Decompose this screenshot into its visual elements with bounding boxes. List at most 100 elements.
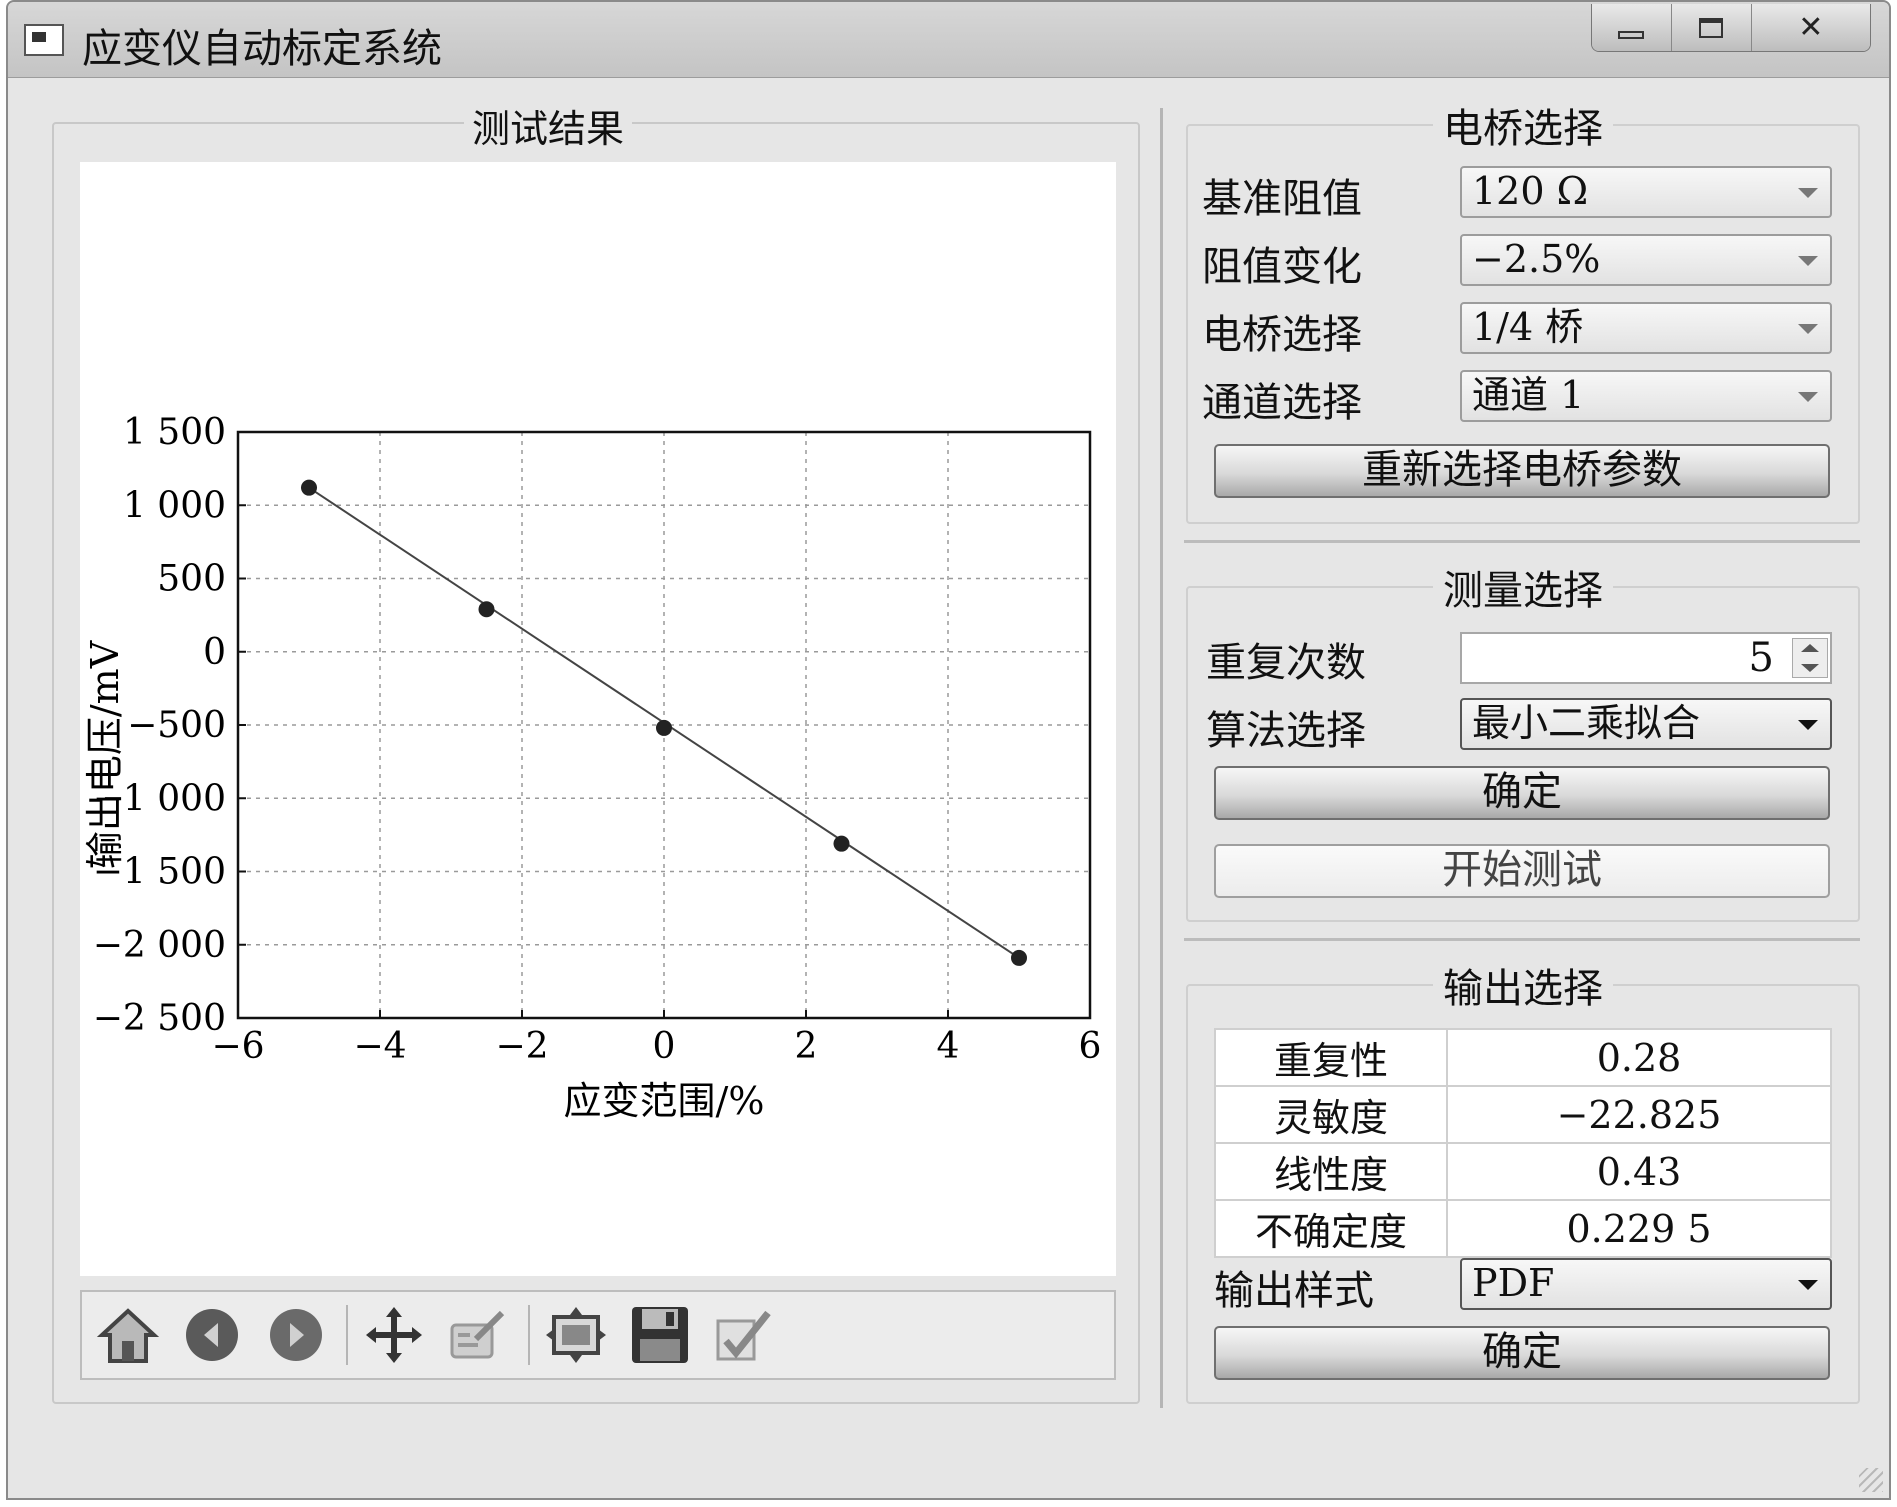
x-tick-label: 6: [1079, 1026, 1102, 1067]
results-table: 重复性 0.28 灵敏度 −22.825 线性度 0.43 不确定度 0.229…: [1214, 1028, 1832, 1258]
pan-icon: [366, 1307, 422, 1363]
x-tick-label: −2: [495, 1026, 548, 1067]
bridge-type-combo[interactable]: 1/4 桥: [1460, 302, 1832, 354]
chevron-down-icon: [1798, 256, 1818, 266]
table-row: 线性度 0.43: [1214, 1142, 1832, 1201]
uncertainty-value: 0.229 5: [1446, 1199, 1832, 1258]
table-row: 重复性 0.28: [1214, 1028, 1832, 1087]
close-icon: ✕: [1798, 10, 1824, 45]
repeatability-label: 重复性: [1214, 1028, 1448, 1087]
x-axis-label: 应变范围/%: [564, 1079, 765, 1123]
close-button[interactable]: ✕: [1751, 4, 1870, 51]
chevron-down-icon: [1798, 720, 1818, 730]
data-point: [301, 479, 317, 496]
channel-label: 通道选择: [1202, 380, 1362, 426]
ref-resistance-value: 120 Ω: [1472, 169, 1589, 213]
output-group: 输出选择 重复性 0.28 灵敏度 −22.825 线性度 0.43 不确定度 …: [1186, 966, 1860, 1404]
y-tick-label: −2 500: [93, 998, 226, 1039]
linearity-value: 0.43: [1446, 1142, 1832, 1201]
resistance-change-value: −2.5%: [1472, 237, 1601, 281]
configure-subplots-button[interactable]: [540, 1299, 612, 1371]
repeatability-value: 0.28: [1446, 1028, 1832, 1087]
measure-group-title: 测量选择: [1433, 568, 1613, 614]
linearity-label: 线性度: [1214, 1142, 1448, 1201]
maximize-icon: [1699, 17, 1724, 38]
repeat-count-spinbox[interactable]: 5: [1460, 632, 1832, 684]
y-axis-label: 输出电压/mV: [83, 640, 127, 869]
x-tick-label: 2: [795, 1026, 818, 1067]
minimize-button[interactable]: [1592, 4, 1672, 51]
results-title: 测试结果: [464, 98, 633, 153]
table-row: 不确定度 0.229 5: [1214, 1199, 1832, 1258]
uncertainty-label: 不确定度: [1214, 1199, 1448, 1258]
zoom-button[interactable]: [442, 1299, 514, 1371]
table-row: 灵敏度 −22.825: [1214, 1085, 1832, 1144]
output-format-combo[interactable]: PDF: [1460, 1258, 1832, 1310]
configure-subplots-icon: [546, 1307, 606, 1363]
chart-axes: −6 −4 −2 0 2 4 61 5001 0005000−500−1 000−1 500…: [93, 412, 1102, 1067]
data-point: [1011, 949, 1027, 966]
panel-splitter[interactable]: [1160, 108, 1163, 1408]
output-group-title: 输出选择: [1433, 966, 1613, 1012]
y-tick-label: 500: [157, 559, 226, 600]
plot-toolbar: [80, 1290, 1116, 1380]
ref-resistance-combo[interactable]: 120 Ω: [1460, 166, 1832, 218]
spin-up-icon: [1801, 644, 1819, 652]
channel-combo[interactable]: 通道 1: [1460, 370, 1832, 422]
spin-buttons[interactable]: [1792, 638, 1828, 678]
title-bar: 应变仪自动标定系统 ✕: [8, 2, 1889, 78]
back-button[interactable]: [176, 1299, 248, 1371]
plot-canvas[interactable]: −6 −4 −2 0 2 4 6 1 500 1 000 500 0 −500 −1 000 −1 500…: [80, 162, 1116, 1276]
chart: −6 −4 −2 0 2 4 61 5001 0005000−500−1 000−1 500…: [83, 412, 1102, 1123]
sensitivity-label: 灵敏度: [1214, 1085, 1448, 1144]
back-icon: [186, 1309, 238, 1361]
resistance-change-combo[interactable]: −2.5%: [1460, 234, 1832, 286]
chevron-down-icon: [1798, 392, 1818, 402]
home-button[interactable]: [92, 1299, 164, 1371]
section-divider: [1184, 540, 1860, 543]
output-confirm-button[interactable]: 确定: [1214, 1326, 1830, 1380]
algorithm-value: 最小二乘拟合: [1472, 701, 1701, 745]
maximize-button[interactable]: [1671, 4, 1752, 51]
edit-button[interactable]: [708, 1299, 780, 1371]
ref-resistance-label: 基准阻值: [1202, 176, 1362, 222]
data-point: [478, 601, 495, 618]
window-title: 应变仪自动标定系统: [82, 26, 442, 72]
bridge-type-value: 1/4 桥: [1472, 305, 1584, 349]
chevron-down-icon: [1798, 188, 1818, 198]
window-controls: ✕: [1591, 4, 1871, 52]
bridge-group-title: 电桥选择: [1433, 106, 1613, 152]
chevron-down-icon: [1798, 1280, 1818, 1290]
pan-button[interactable]: [358, 1299, 430, 1371]
x-tick-label: −4: [353, 1026, 406, 1067]
forward-button[interactable]: [260, 1299, 332, 1371]
measure-confirm-button[interactable]: 确定: [1214, 766, 1830, 820]
edit-icon: [716, 1310, 771, 1361]
sensitivity-value: −22.825: [1446, 1085, 1832, 1144]
y-tick-label: −500: [127, 705, 226, 746]
zoom-icon: [450, 1310, 505, 1359]
minimize-icon: [1618, 30, 1645, 39]
data-point: [833, 835, 850, 852]
measure-group: 测量选择 重复次数 5 算法选择 最小二乘拟合 确定 开始测试: [1186, 568, 1860, 922]
spin-down-icon: [1801, 664, 1819, 672]
main-window: 应变仪自动标定系统 ✕ 测试结果 −6 −4 −2 0 2 4 6 1 500 1 000 500…: [6, 0, 1891, 1500]
resize-grip[interactable]: [1859, 1468, 1883, 1492]
section-divider: [1184, 938, 1860, 941]
forward-icon: [270, 1309, 322, 1361]
y-tick-label: 1 000: [123, 485, 226, 526]
save-button[interactable]: [624, 1299, 696, 1371]
y-tick-label: 0: [203, 632, 226, 673]
algorithm-combo[interactable]: 最小二乘拟合: [1460, 698, 1832, 750]
home-icon: [96, 1308, 160, 1363]
channel-value: 通道 1: [1472, 373, 1585, 417]
bridge-type-label: 电桥选择: [1202, 312, 1362, 358]
toolbar-separator: [346, 1305, 348, 1365]
reselect-bridge-button[interactable]: 重新选择电桥参数: [1214, 444, 1830, 498]
repeat-count-value: 5: [1748, 635, 1774, 681]
output-format-label: 输出样式: [1214, 1268, 1374, 1314]
y-tick-label: −2 000: [93, 925, 226, 966]
bridge-group: 电桥选择 基准阻值 120 Ω 阻值变化 −2.5% 电桥选择 1/4 桥 通道…: [1186, 106, 1860, 524]
toolbar-separator: [528, 1305, 530, 1365]
start-test-button[interactable]: 开始测试: [1214, 844, 1830, 898]
